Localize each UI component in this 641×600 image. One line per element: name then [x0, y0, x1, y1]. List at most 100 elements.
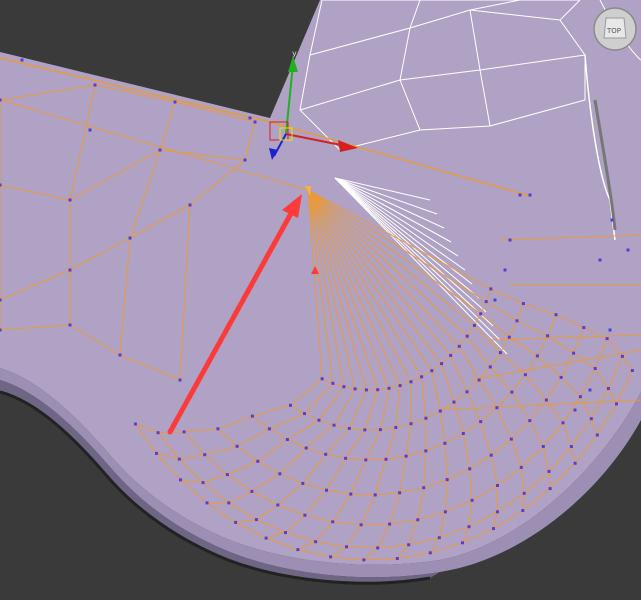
vertex[interactable] — [535, 354, 539, 358]
vertex[interactable] — [541, 445, 545, 448]
vertex[interactable] — [588, 388, 592, 392]
vertex[interactable] — [158, 148, 162, 152]
vertex[interactable] — [331, 520, 335, 524]
vertex[interactable] — [285, 438, 289, 441]
vertex[interactable] — [620, 354, 624, 358]
vertex[interactable] — [598, 258, 602, 262]
vertex[interactable] — [0, 298, 2, 302]
vertex[interactable] — [573, 408, 577, 412]
vertex[interactable] — [68, 268, 72, 272]
vertex[interactable] — [331, 381, 335, 385]
vertex[interactable] — [547, 469, 551, 473]
vertex[interactable] — [256, 459, 260, 463]
vertex[interactable] — [528, 419, 532, 423]
vertex[interactable] — [420, 375, 424, 379]
vertex[interactable] — [465, 390, 469, 394]
vertex[interactable] — [254, 518, 258, 522]
vertex[interactable] — [93, 83, 97, 87]
viewport-scene[interactable]: y — [0, 0, 641, 600]
vertex[interactable] — [303, 412, 306, 416]
vertex[interactable] — [329, 555, 333, 559]
vertex[interactable] — [387, 386, 391, 390]
vertex[interactable] — [457, 344, 461, 348]
vertex[interactable] — [349, 492, 353, 496]
vertex[interactable] — [630, 369, 634, 372]
vertex[interactable] — [373, 493, 377, 497]
vertex[interactable] — [510, 390, 514, 394]
vertex[interactable] — [615, 402, 618, 406]
vertex[interactable] — [573, 461, 577, 465]
vertex[interactable] — [301, 481, 305, 485]
vertex[interactable] — [503, 268, 507, 272]
vertex[interactable] — [362, 558, 366, 562]
3d-viewport[interactable]: y TOP — [0, 0, 641, 600]
vertex[interactable] — [314, 540, 318, 544]
vertex[interactable] — [515, 319, 519, 323]
vertex[interactable] — [376, 546, 380, 550]
vertex[interactable] — [548, 487, 552, 491]
vertex[interactable] — [325, 488, 328, 492]
vertex[interactable] — [472, 323, 476, 327]
vertex[interactable] — [359, 523, 363, 527]
vertex[interactable] — [0, 328, 2, 332]
vertex[interactable] — [289, 403, 292, 407]
vertex[interactable] — [296, 548, 300, 552]
vertex[interactable] — [452, 400, 456, 404]
vertex[interactable] — [364, 388, 368, 392]
vertex[interactable] — [128, 236, 132, 240]
vertex[interactable] — [522, 491, 526, 495]
vertex[interactable] — [610, 218, 614, 222]
viewcube[interactable]: TOP — [592, 6, 638, 52]
vertex[interactable] — [589, 417, 593, 421]
vertex[interactable] — [422, 486, 426, 490]
vertex[interactable] — [528, 193, 532, 197]
vertex[interactable] — [468, 467, 472, 471]
vertex[interactable] — [227, 501, 231, 505]
vertex[interactable] — [445, 478, 449, 482]
vertex[interactable] — [188, 203, 192, 207]
vertex[interactable] — [235, 444, 239, 448]
vertex[interactable] — [332, 423, 336, 427]
vertex[interactable] — [509, 437, 513, 441]
vertex[interactable] — [507, 335, 511, 339]
vertex[interactable] — [20, 58, 24, 62]
vertex[interactable] — [495, 510, 499, 514]
vertex[interactable] — [523, 373, 527, 377]
vertex[interactable] — [593, 367, 597, 370]
vertex[interactable] — [428, 551, 432, 555]
vertex[interactable] — [364, 458, 368, 462]
vertex[interactable] — [303, 513, 307, 517]
vertex[interactable] — [518, 193, 522, 197]
vertex[interactable] — [398, 491, 402, 495]
vertex[interactable] — [484, 300, 488, 304]
vertex[interactable] — [253, 120, 257, 124]
vertex[interactable] — [477, 378, 481, 382]
vertex[interactable] — [424, 449, 428, 453]
vertex[interactable] — [216, 427, 220, 431]
vertex[interactable] — [608, 328, 612, 332]
vertex[interactable] — [443, 441, 447, 445]
vertex[interactable] — [320, 377, 324, 381]
vertex[interactable] — [438, 409, 442, 413]
vertex[interactable] — [248, 116, 252, 120]
vertex[interactable] — [626, 248, 630, 252]
vertex[interactable] — [234, 520, 238, 524]
vertex[interactable] — [440, 362, 444, 366]
vertex[interactable] — [470, 498, 474, 502]
vertex[interactable] — [324, 452, 328, 456]
vertex[interactable] — [578, 395, 582, 399]
vertex[interactable] — [317, 418, 321, 422]
vertex[interactable] — [449, 353, 453, 357]
vertex[interactable] — [508, 238, 512, 242]
vertex[interactable] — [437, 536, 441, 540]
vertex[interactable] — [384, 457, 388, 461]
vertex[interactable] — [345, 545, 348, 549]
vertex[interactable] — [347, 426, 351, 430]
vertex[interactable] — [465, 334, 469, 338]
vertex[interactable] — [363, 428, 367, 432]
vertex[interactable] — [582, 326, 586, 330]
vertex[interactable] — [276, 503, 280, 507]
vertex[interactable] — [376, 388, 380, 392]
vertex[interactable] — [118, 353, 122, 357]
vertex[interactable] — [398, 384, 402, 388]
